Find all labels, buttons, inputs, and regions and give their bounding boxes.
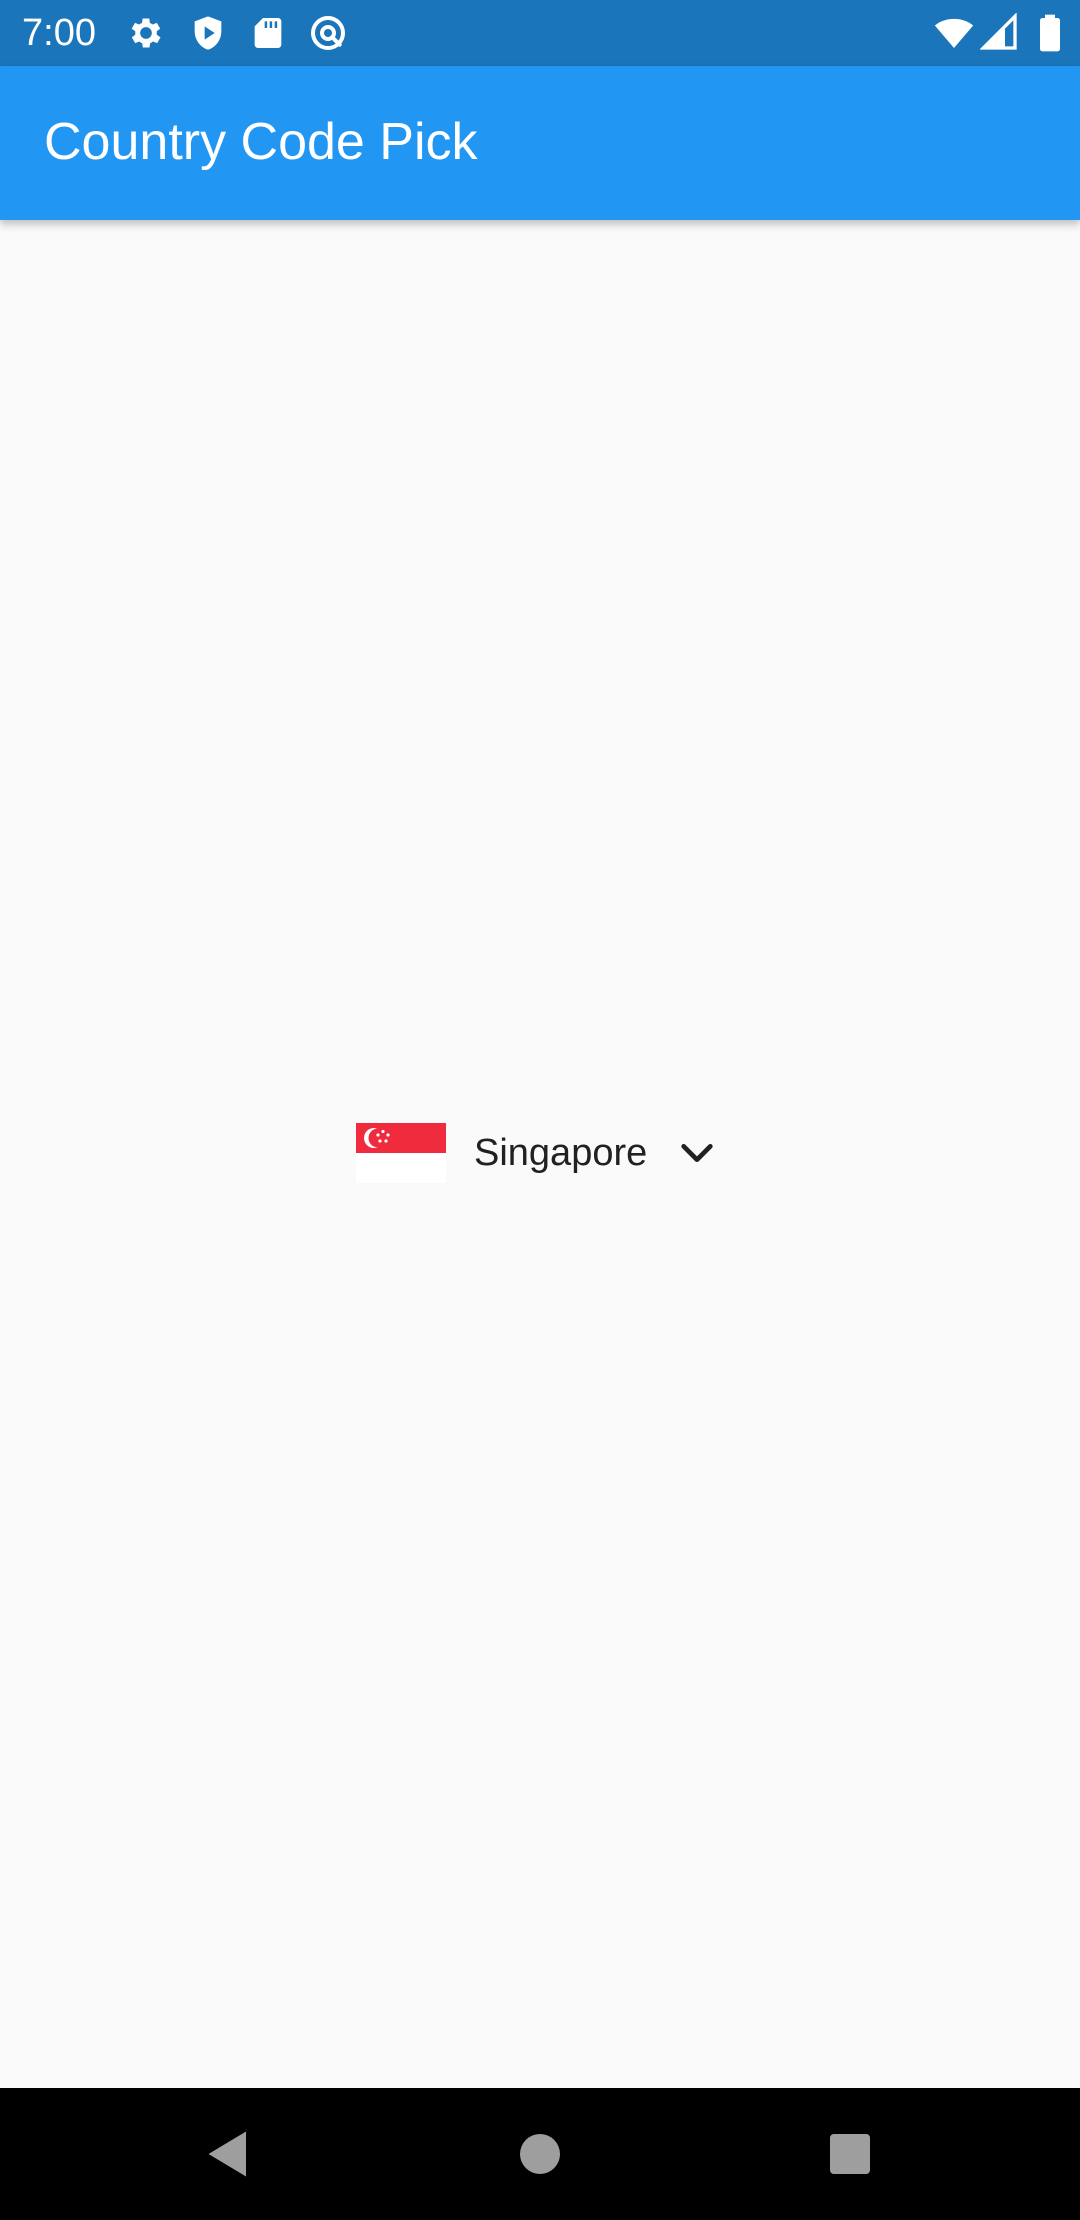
cell-signal-icon xyxy=(980,13,1020,53)
back-icon[interactable] xyxy=(196,2124,256,2184)
gear-icon xyxy=(126,13,166,53)
navigation-bar xyxy=(0,2088,1080,2220)
chevron-down-icon[interactable] xyxy=(677,1133,717,1173)
app-bar: Country Code Pick xyxy=(0,66,1080,220)
battery-icon xyxy=(1030,13,1070,53)
screen: 7:00 Country Code Pick Singapore xyxy=(0,0,1080,2220)
status-bar: 7:00 xyxy=(0,0,1080,66)
app-title: Country Code Pick xyxy=(44,113,478,171)
home-icon[interactable] xyxy=(510,2124,570,2184)
recents-icon[interactable] xyxy=(820,2124,880,2184)
sd-card-icon xyxy=(248,13,288,53)
country-picker-button[interactable]: Singapore xyxy=(356,1120,717,1186)
shield-play-icon xyxy=(188,13,228,53)
singapore-flag-icon xyxy=(356,1123,446,1183)
at-sign-icon xyxy=(308,13,348,53)
wifi-icon xyxy=(934,13,974,53)
status-time: 7:00 xyxy=(22,12,96,54)
selected-country-label: Singapore xyxy=(474,1132,648,1174)
